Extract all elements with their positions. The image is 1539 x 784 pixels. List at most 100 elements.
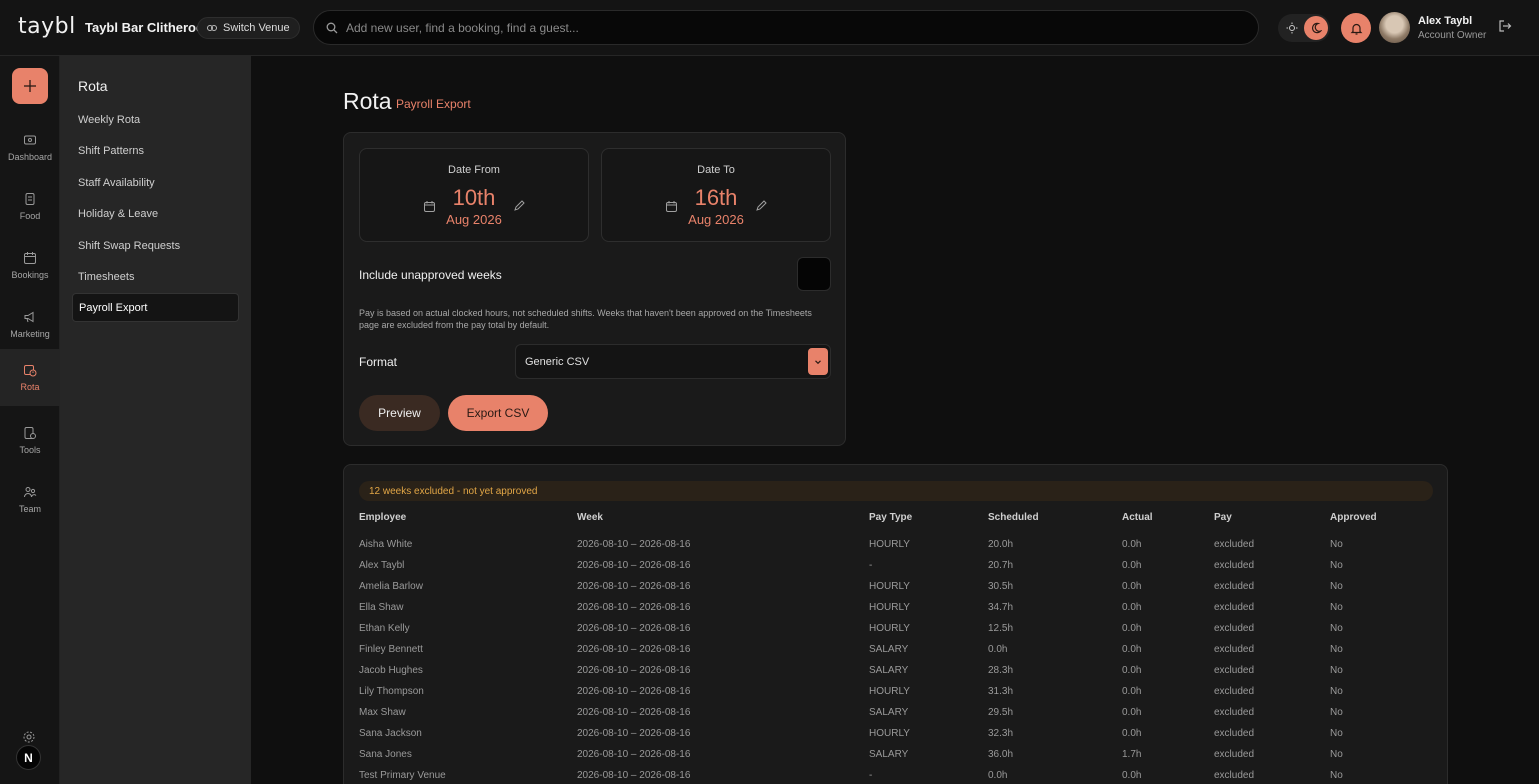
cell-scheduled: 20.0h [988, 539, 1014, 550]
cell-scheduled: 30.5h [988, 581, 1014, 592]
bell-icon [1350, 23, 1362, 35]
column-header-employee[interactable]: Employee [359, 512, 406, 523]
rota-icon [24, 365, 37, 377]
cell-week: 2026-08-10 – 2026-08-16 [577, 581, 691, 592]
export-settings-card: Date From 10th Aug 2026 Date To 16th Aug… [343, 132, 846, 446]
cell-approved: No [1330, 707, 1343, 718]
cell-scheduled: 12.5h [988, 623, 1014, 634]
nav-label: Marketing [10, 329, 50, 339]
date-from-month: Aug 2026 [446, 212, 502, 227]
column-header-approved[interactable]: Approved [1330, 512, 1377, 523]
chevron-down-icon[interactable] [808, 348, 828, 375]
table-row[interactable]: Alex Taybl 2026-08-10 – 2026-08-16 - 20.7h 0… [344, 556, 1447, 577]
rota-subnav: Rota Weekly Rota Shift Patterns Staff Av… [60, 56, 251, 784]
table-row[interactable]: Aisha White 2026-08-10 – 2026-08-16 HOURLY… [344, 535, 1447, 556]
search-input[interactable] [346, 20, 1226, 35]
user-initial-badge[interactable]: N [16, 745, 41, 770]
megaphone-icon [24, 311, 34, 323]
cell-pay: excluded [1214, 770, 1255, 781]
payroll-preview-table: 12 weeks excluded - not yet approved Emp… [343, 464, 1448, 784]
table-row[interactable]: Jacob Hughes 2026-08-10 – 2026-08-16 SALAR… [344, 661, 1447, 682]
cell-week: 2026-08-10 – 2026-08-16 [577, 686, 691, 697]
include-unapproved-checkbox[interactable] [797, 257, 831, 291]
table-row[interactable]: Finley Bennett 2026-08-10 – 2026-08-16 SAL… [344, 640, 1447, 661]
column-header-scheduled[interactable]: Scheduled [988, 512, 1039, 523]
table-row[interactable]: Sana Jones 2026-08-10 – 2026-08-16 SALARY 3… [344, 745, 1447, 766]
cell-employee: Amelia Barlow [359, 581, 423, 592]
theme-toggle[interactable] [1278, 14, 1330, 42]
cell-employee: Ella Shaw [359, 602, 404, 613]
column-header-pay[interactable]: Pay [1214, 512, 1232, 523]
subnav-item-payroll-export[interactable]: Payroll Export [72, 293, 239, 322]
cell-week: 2026-08-10 – 2026-08-16 [577, 749, 691, 760]
cell-approved: No [1330, 581, 1343, 592]
nav-marketing[interactable]: Marketing [0, 296, 60, 353]
moon-icon[interactable] [1304, 16, 1328, 40]
nav-label: Bookings [11, 270, 49, 280]
pencil-icon[interactable] [513, 199, 526, 212]
date-from-picker[interactable]: Date From 10th Aug 2026 [359, 148, 589, 242]
preview-button[interactable]: Preview [359, 395, 440, 431]
date-to-picker[interactable]: Date To 16th Aug 2026 [601, 148, 831, 242]
nav-label: Team [18, 504, 41, 514]
cell-week: 2026-08-10 – 2026-08-16 [577, 644, 691, 655]
subnav-item-holiday-leave[interactable]: Holiday & Leave [72, 199, 239, 228]
subnav-item-shift-swap-requests[interactable]: Shift Swap Requests [72, 231, 239, 260]
subnav-item-timesheets[interactable]: Timesheets [72, 262, 239, 291]
cell-pay: excluded [1214, 707, 1255, 718]
subnav-item-staff-availability[interactable]: Staff Availability [72, 168, 239, 197]
date-from-label: Date From [448, 164, 500, 176]
avatar[interactable] [1379, 12, 1410, 43]
switch-venue-button[interactable]: Switch Venue [197, 17, 300, 39]
table-row[interactable]: Test Primary Venue 2026-08-10 – 2026-08-1… [344, 766, 1447, 784]
table-row[interactable]: Amelia Barlow 2026-08-10 – 2026-08-16 HOUR… [344, 577, 1447, 598]
sun-icon[interactable] [1280, 16, 1304, 40]
cell-actual: 0.0h [1122, 602, 1142, 613]
subnav-item-shift-patterns[interactable]: Shift Patterns [72, 136, 239, 165]
nav-tools[interactable]: Tools [0, 412, 60, 469]
format-select[interactable]: Generic CSV [515, 344, 831, 379]
date-to-label: Date To [697, 164, 735, 176]
user-name[interactable]: Alex Taybl [1418, 15, 1472, 27]
export-csv-button[interactable]: Export CSV [448, 395, 548, 431]
cell-employee: Sana Jackson [359, 728, 422, 739]
cell-pay-type: SALARY [869, 707, 909, 718]
table-row[interactable]: Sana Jackson 2026-08-10 – 2026-08-16 HOURL… [344, 724, 1447, 745]
pencil-icon[interactable] [755, 199, 768, 212]
column-header-pay-type[interactable]: Pay Type [869, 512, 912, 523]
taybl-logo[interactable]: taybl [18, 14, 76, 39]
table-row[interactable]: Lily Thompson 2026-08-10 – 2026-08-16 HOUR… [344, 682, 1447, 703]
cell-employee: Finley Bennett [359, 644, 423, 655]
cell-approved: No [1330, 749, 1343, 760]
cell-pay: excluded [1214, 644, 1255, 655]
page-subtitle: Payroll Export [396, 97, 471, 111]
subnav-item-weekly-rota[interactable]: Weekly Rota [72, 105, 239, 134]
cell-employee: Sana Jones [359, 749, 412, 760]
cell-actual: 0.0h [1122, 665, 1142, 676]
nav-food[interactable]: Food [0, 178, 60, 235]
cell-actual: 0.0h [1122, 581, 1142, 592]
dashboard-icon [24, 135, 36, 145]
nav-dashboard[interactable]: Dashboard [0, 119, 60, 176]
cell-pay-type: - [869, 560, 873, 571]
cell-week: 2026-08-10 – 2026-08-16 [577, 539, 691, 550]
table-row[interactable]: Max Shaw 2026-08-10 – 2026-08-16 SALARY 29.… [344, 703, 1447, 724]
cell-approved: No [1330, 539, 1343, 550]
nav-label: Tools [19, 445, 41, 455]
top-bar: taybl Taybl Bar Clitheroe Switch Venue A… [0, 0, 1539, 56]
cell-week: 2026-08-10 – 2026-08-16 [577, 560, 691, 571]
cell-week: 2026-08-10 – 2026-08-16 [577, 602, 691, 613]
global-search[interactable] [313, 10, 1259, 45]
logout-icon[interactable] [1498, 19, 1512, 38]
column-header-week[interactable]: Week [577, 512, 603, 523]
nav-rota[interactable]: Rota [0, 349, 60, 406]
table-row[interactable]: Ethan Kelly 2026-08-10 – 2026-08-16 HOURLY… [344, 619, 1447, 640]
cell-approved: No [1330, 602, 1343, 613]
notifications-button[interactable] [1341, 13, 1371, 43]
column-header-actual[interactable]: Actual [1122, 512, 1153, 523]
date-from-day: 10th [452, 185, 496, 210]
nav-team[interactable]: Team [0, 471, 60, 528]
nav-bookings[interactable]: Bookings [0, 237, 60, 294]
table-row[interactable]: Ella Shaw 2026-08-10 – 2026-08-16 HOURLY 34… [344, 598, 1447, 619]
add-button[interactable] [12, 68, 48, 104]
